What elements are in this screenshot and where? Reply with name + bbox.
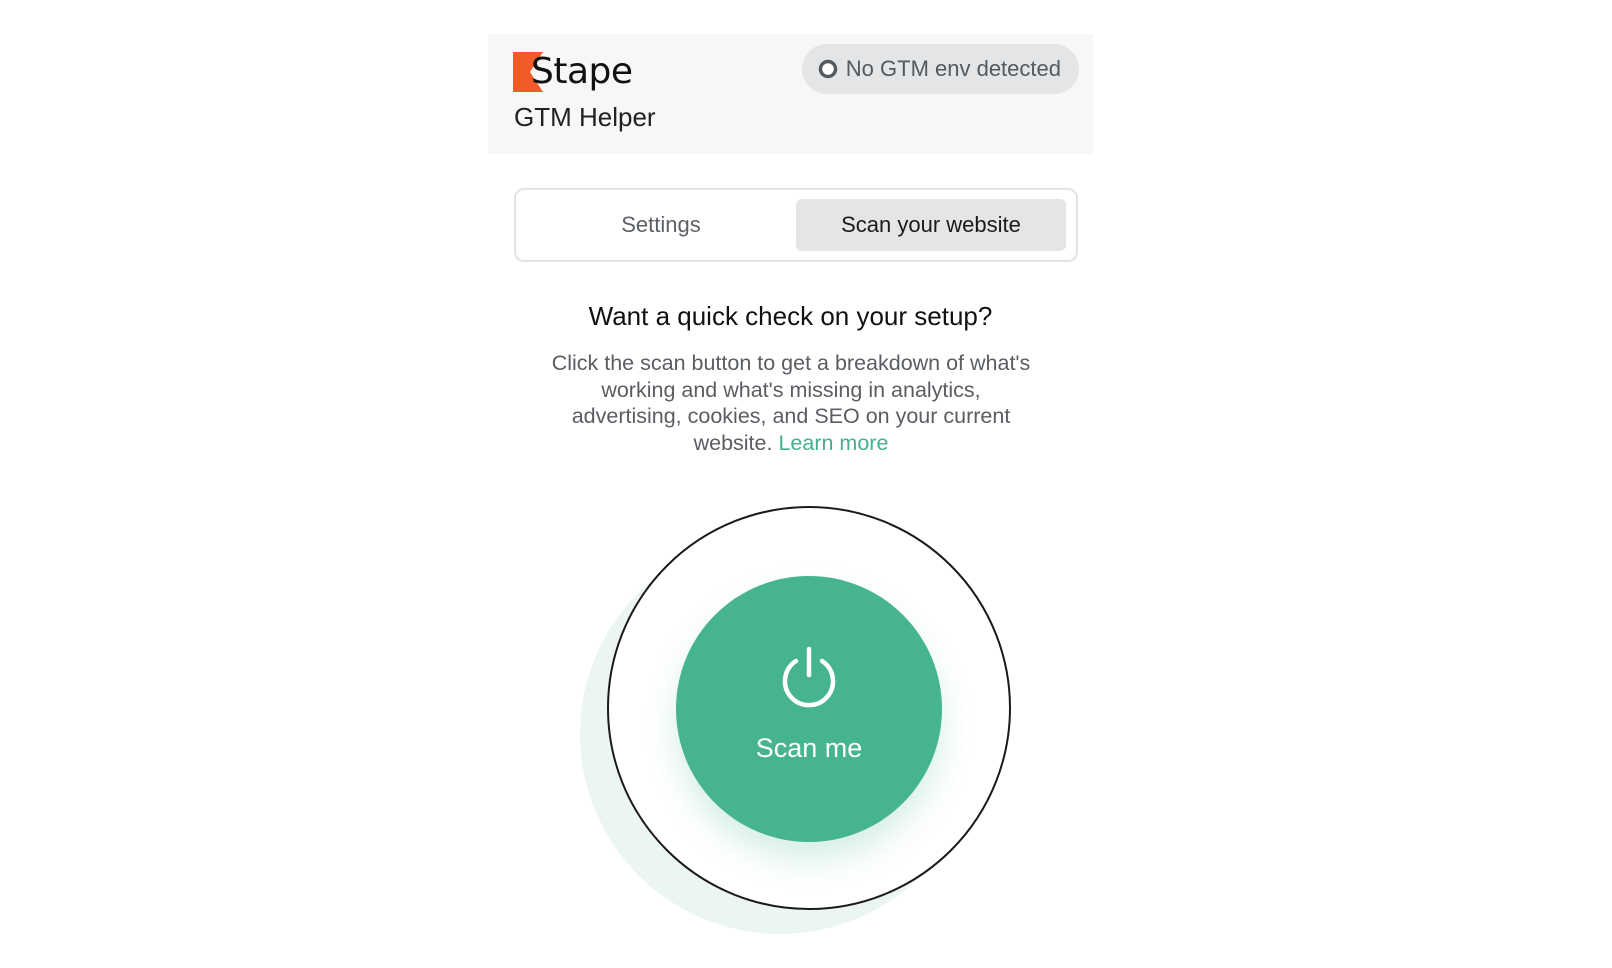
tab-scan-website[interactable]: Scan your website	[796, 199, 1066, 251]
scan-me-button[interactable]: Scan me	[676, 576, 942, 842]
status-ring-icon	[818, 59, 838, 79]
scan-button-label: Scan me	[755, 732, 863, 763]
app-header: Stape GTM Helper No GTM env detected	[488, 34, 1093, 154]
tab-bar: Settings Scan your website	[514, 188, 1078, 262]
power-icon	[782, 646, 836, 707]
status-text: No GTM env detected	[845, 56, 1061, 81]
stape-logo: Stape	[513, 50, 633, 94]
tab-settings[interactable]: Settings	[526, 199, 796, 251]
section-description: Click the scan button to get a breakdown…	[548, 350, 1034, 456]
section-heading: Want a quick check on your setup?	[588, 301, 993, 331]
learn-more-link[interactable]: Learn more	[778, 431, 888, 455]
brand-name: Stape	[531, 51, 633, 92]
app-subtitle: GTM Helper	[514, 102, 656, 132]
gtm-status-badge: No GTM env detected	[801, 44, 1079, 94]
